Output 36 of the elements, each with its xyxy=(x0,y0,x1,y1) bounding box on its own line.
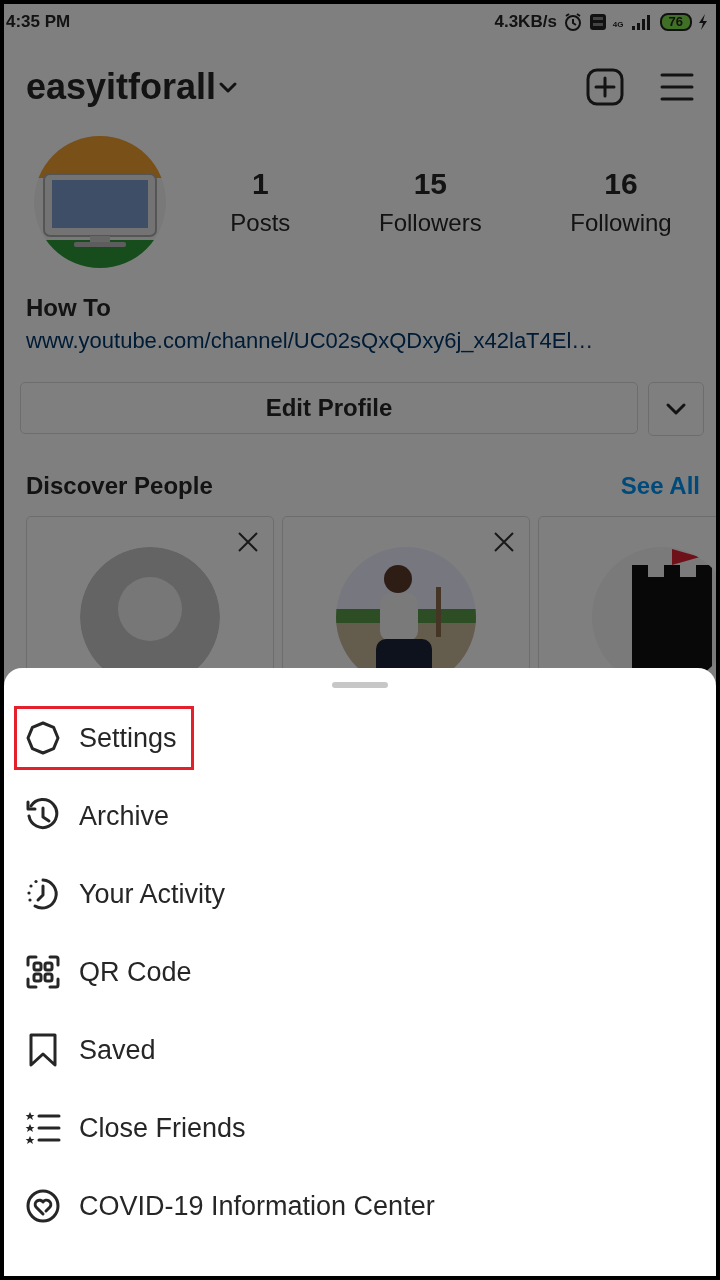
menu-item[interactable]: QR Code xyxy=(14,940,209,1004)
stat-label: Posts xyxy=(230,209,291,237)
add-post-icon[interactable] xyxy=(586,68,624,106)
profile-name: How To xyxy=(25,293,112,322)
stat-count: 15 xyxy=(413,167,447,201)
stat-label: Following xyxy=(570,209,672,237)
username[interactable]: easyitforall xyxy=(26,66,217,108)
menu-icon[interactable] xyxy=(660,72,694,102)
chevron-down-icon xyxy=(665,402,687,416)
close-icon[interactable] xyxy=(493,531,515,553)
star-list-icon xyxy=(25,1110,61,1146)
edit-profile-button[interactable]: Edit Profile xyxy=(20,382,638,434)
heart-circle-icon xyxy=(25,1188,61,1224)
menu-item[interactable]: Saved xyxy=(14,1018,173,1082)
drag-handle[interactable] xyxy=(332,682,388,688)
close-icon[interactable] xyxy=(237,531,259,553)
stat-count: 16 xyxy=(604,167,638,201)
stat-count: 1 xyxy=(252,167,269,201)
gear-icon xyxy=(25,720,61,756)
stat-label: Followers xyxy=(378,209,482,237)
clock-time: 4:35 PM xyxy=(6,12,71,32)
clock-icon xyxy=(25,876,61,912)
battery-level: 76 xyxy=(659,13,692,31)
menu-item[interactable]: Archive xyxy=(14,784,187,848)
volte-icon xyxy=(588,13,607,31)
network-type: 4G xyxy=(612,20,624,29)
menu-item[interactable]: Close Friends xyxy=(14,1096,263,1160)
qr-code-icon xyxy=(25,954,61,990)
section-title: Discover People xyxy=(26,472,213,500)
dropdown-button[interactable] xyxy=(648,382,704,436)
menu-item[interactable]: Your Activity xyxy=(14,862,243,926)
menu-item[interactable]: COVID-19 Information Center xyxy=(14,1174,452,1238)
menu-item[interactable]: Settings xyxy=(14,706,194,770)
profile-link[interactable]: www.youtube.com/channel/UC02sQxQDxy6j_x42laT4El… xyxy=(4,322,716,354)
alarm-icon xyxy=(562,12,583,32)
network-speed: 4.3KB/s xyxy=(494,12,557,32)
